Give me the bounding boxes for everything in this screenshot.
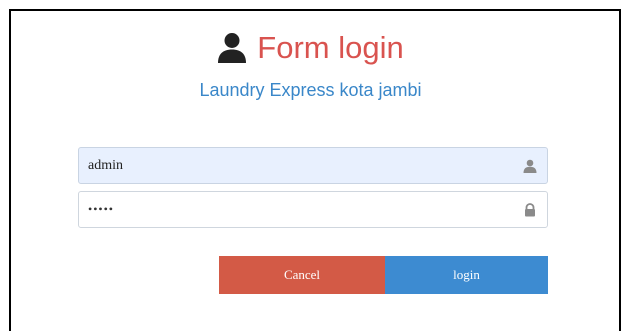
user-icon bbox=[218, 33, 247, 63]
password-field[interactable]: ••••• bbox=[78, 191, 548, 228]
page-subtitle: Laundry Express kota jambi bbox=[199, 80, 422, 100]
form-title: Form login bbox=[0, 28, 621, 68]
cancel-button[interactable]: Cancel bbox=[219, 256, 385, 294]
user-icon bbox=[523, 159, 537, 173]
lock-icon bbox=[525, 202, 535, 216]
username-field[interactable] bbox=[78, 147, 548, 184]
username-input[interactable] bbox=[79, 148, 523, 183]
login-button[interactable]: login bbox=[385, 256, 548, 294]
page-title: Form login bbox=[257, 30, 404, 65]
password-input[interactable]: ••••• bbox=[79, 192, 523, 227]
